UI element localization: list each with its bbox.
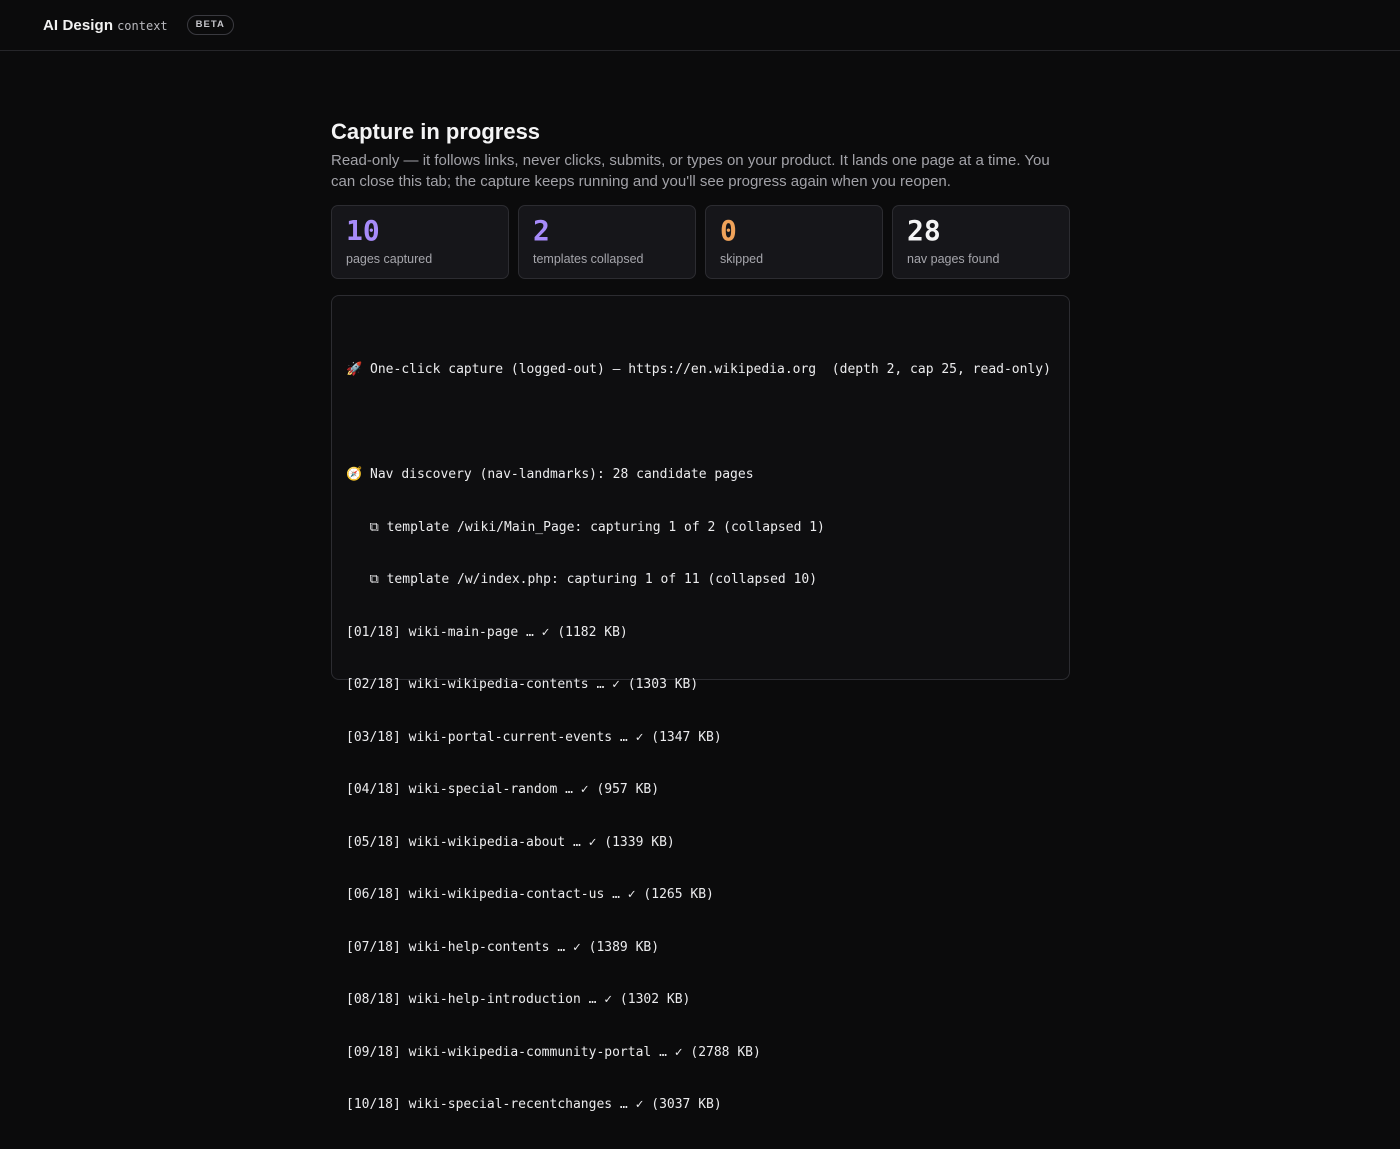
log-spacer: [346, 414, 1055, 432]
stat-value: 0: [720, 214, 737, 247]
log-page-line: [04/18] wiki-special-random … ✓ (957 KB): [346, 782, 660, 797]
capture-description: Read-only — it follows links, never clic…: [331, 152, 1050, 190]
log-page-line: [05/18] wiki-wikipedia-about … ✓ (1339 K…: [346, 834, 675, 850]
stat-value: 2: [533, 214, 550, 247]
stat-label: templates collapsed: [533, 252, 644, 266]
log-discovery-line: 🧭 Nav discovery (nav-landmarks): 28 cand…: [346, 467, 754, 482]
log-page-line: [03/18] wiki-portal-current-events … ✓ (…: [346, 729, 722, 745]
stat-label: skipped: [720, 252, 764, 266]
log-page-line: [08/18] wiki-help-introduction … ✓ (1302…: [346, 992, 691, 1007]
log-page-line: [01/18] wiki-main-page … ✓ (1182 KB): [346, 624, 628, 640]
stats-row: 10 pages captured 2 templates collapsed …: [331, 205, 1070, 279]
brand-subtitle: context: [117, 19, 168, 33]
log-page-line: [07/18] wiki-help-contents … ✓ (1389 KB): [346, 939, 660, 955]
log-page-line: [10/18] wiki-special-recentchanges … ✓ (…: [346, 1097, 722, 1112]
stat-card-pages-captured: 10 pages captured: [331, 205, 509, 279]
stat-label: nav pages found: [907, 252, 1000, 266]
stat-value: 10: [346, 214, 380, 247]
stat-card-skipped: 0 skipped: [705, 205, 883, 279]
capture-log[interactable]: 🚀 One-click capture (logged-out) – https…: [331, 295, 1070, 1112]
stat-value: 28: [907, 214, 941, 247]
log-page-line: [02/18] wiki-wikipedia-contents … ✓ (130…: [346, 677, 699, 692]
log-page-line: [09/18] wiki-wikipedia-community-portal …: [346, 1044, 761, 1060]
log-page-line: [06/18] wiki-wikipedia-contact-us … ✓ (1…: [346, 887, 714, 902]
top-bar: AI Design context BETA: [0, 0, 1400, 51]
log-header-line: 🚀 One-click capture (logged-out) – https…: [346, 362, 1051, 377]
stat-card-templates-collapsed: 2 templates collapsed: [518, 205, 696, 279]
brand-name[interactable]: AI Design: [43, 17, 113, 34]
log-template-line: ⧉ template /wiki/Main_Page: capturing 1 …: [346, 519, 825, 535]
log-template-line: ⧉ template /w/index.php: capturing 1 of …: [346, 572, 818, 587]
capture-panel: Capture in progress Read-only — it follo…: [331, 118, 1070, 1112]
page-title: Capture in progress: [331, 119, 541, 144]
stat-label: pages captured: [346, 252, 433, 266]
beta-badge: BETA: [186, 15, 234, 35]
stat-card-nav-pages-found: 28 nav pages found: [892, 205, 1070, 279]
